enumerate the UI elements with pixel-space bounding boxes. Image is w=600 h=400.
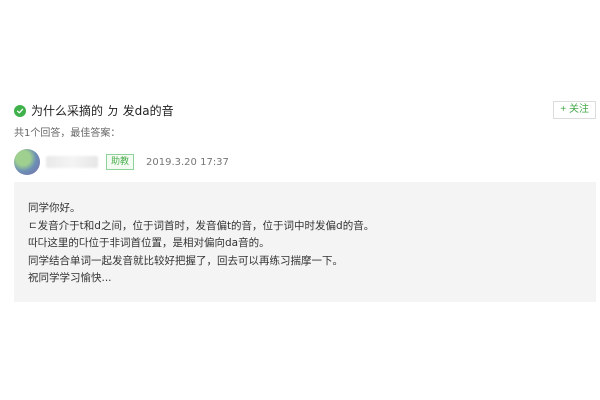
- question-title: 为什么采摘的 ㄉ 发da的音: [31, 104, 174, 118]
- answer-line: 따다这里的다位于非词首位置，是相对偏向da音的。: [28, 237, 270, 249]
- follow-button[interactable]: + 关注: [553, 101, 596, 119]
- answer-line: 祝同学学习愉快...: [28, 272, 112, 284]
- answer-count: 共1个回答，最佳答案：: [14, 128, 121, 139]
- answer-content: 同学你好。 ㄷ发音介于t和d之间，位于词首时，发音偏t的音，位于词中时发偏d的音…: [14, 182, 596, 302]
- answer-line: ㄷ发音介于t和d之间，位于词首时，发音偏t的音，位于词中时发偏d的音。: [28, 219, 375, 232]
- question-header: 为什么采摘的 ㄉ 发da的音 + 关注: [14, 101, 596, 121]
- avatar[interactable]: [14, 149, 40, 175]
- answer-line: 同学你好。: [28, 202, 81, 214]
- check-circle-icon: [14, 105, 26, 117]
- follow-label: + 关注: [560, 104, 589, 115]
- answer-timestamp: 2019.3.20 17:37: [146, 156, 229, 168]
- answer-line: 同学结合单词一起发音就比较好把握了，回去可以再练习揣摩一下。: [28, 254, 343, 267]
- answerer-row: 助教 2019.3.20 17:37: [14, 148, 414, 176]
- role-badge: 助教: [106, 154, 135, 170]
- answerer-name-blurred: [46, 156, 98, 168]
